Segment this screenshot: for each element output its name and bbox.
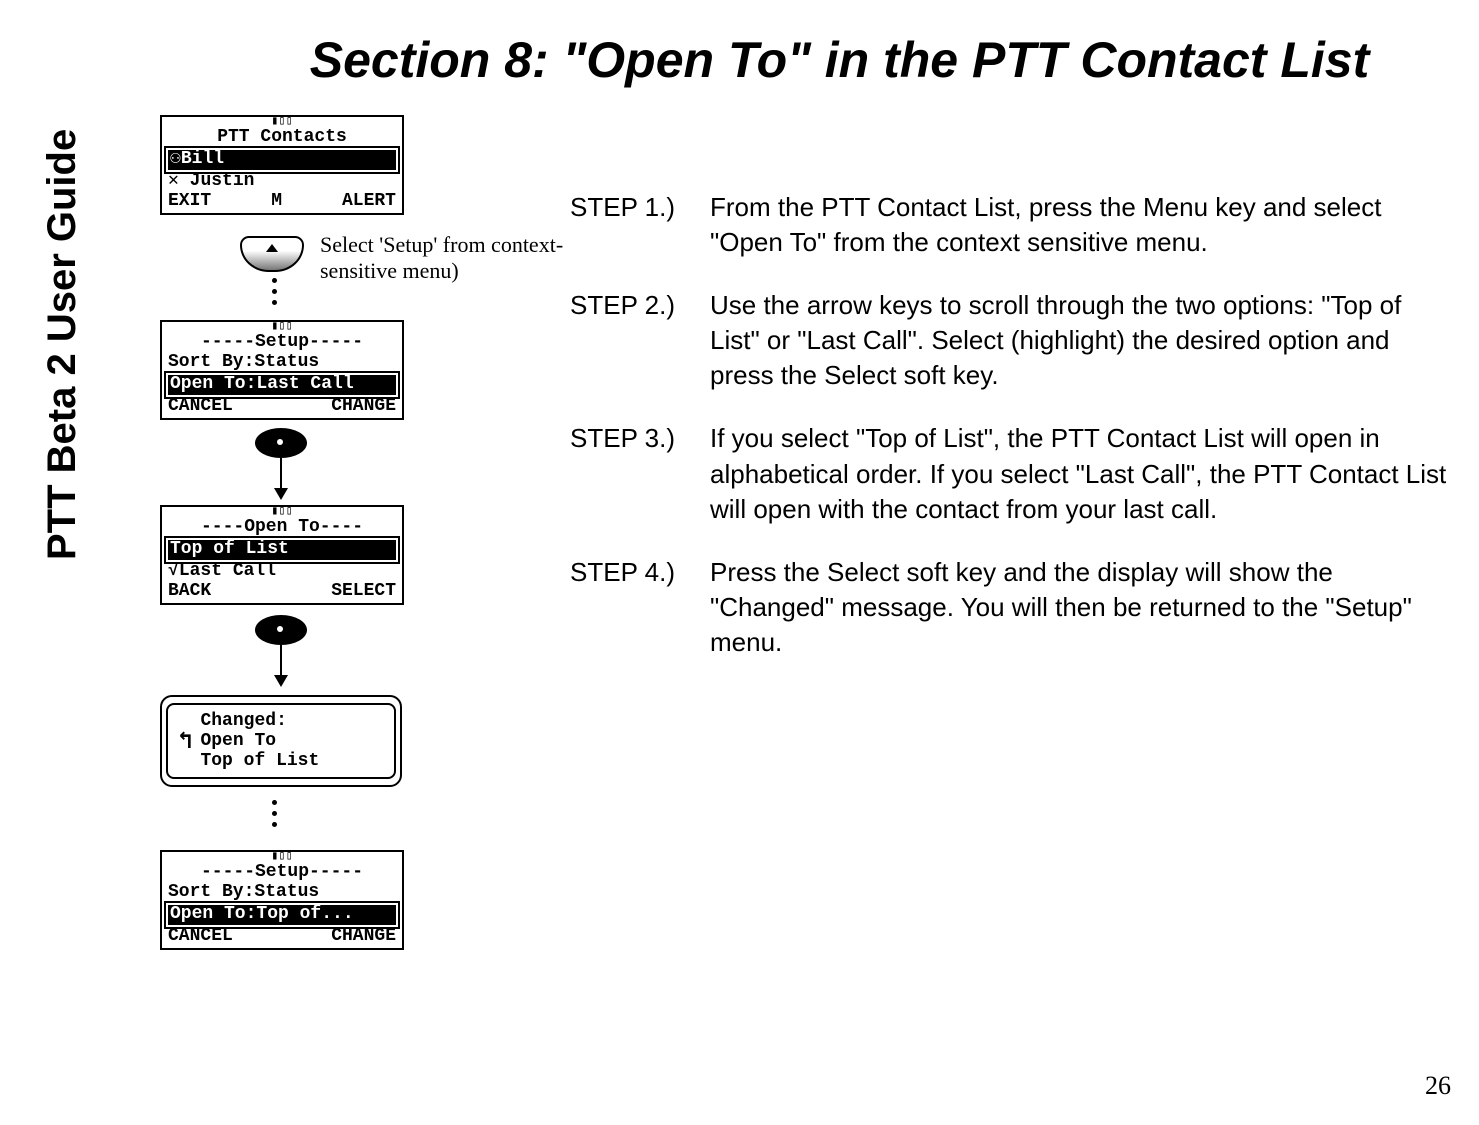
step-body: Press the Select soft key and the displa… bbox=[710, 555, 1449, 660]
softkey-right[interactable]: SELECT bbox=[331, 582, 396, 602]
screen-changed-message: ↰ Changed: Open To Top of List bbox=[160, 695, 402, 787]
softkeys: BACK SELECT bbox=[162, 582, 402, 604]
step-label: STEP 2.) bbox=[570, 288, 710, 393]
softkey-left[interactable]: BACK bbox=[168, 582, 211, 602]
softkey-right[interactable]: CHANGE bbox=[331, 397, 396, 417]
screen-setup-after: ▮▯▯ -----Setup----- Sort By:Status Open … bbox=[160, 850, 404, 950]
steps-list: STEP 1.) From the PTT Contact List, pres… bbox=[570, 190, 1449, 688]
softkey-left[interactable]: CANCEL bbox=[168, 927, 233, 947]
contact-row[interactable]: ✕ Justin bbox=[162, 172, 402, 192]
softkey-mid[interactable]: M bbox=[271, 192, 282, 212]
step-4: STEP 4.) Press the Select soft key and t… bbox=[570, 555, 1449, 660]
softkey-right[interactable]: ALERT bbox=[342, 192, 396, 212]
option-row[interactable]: √Last Call bbox=[162, 562, 402, 582]
setup-row-highlighted[interactable]: Open To:Top of... bbox=[166, 903, 398, 927]
setup-row[interactable]: Sort By:Status bbox=[162, 353, 402, 373]
step-label: STEP 1.) bbox=[570, 190, 710, 260]
softkeys: EXIT M ALERT bbox=[162, 192, 402, 214]
step-label: STEP 3.) bbox=[570, 421, 710, 526]
page-title: Section 8: "Open To" in the PTT Contact … bbox=[240, 30, 1439, 90]
dots-icon bbox=[272, 278, 277, 305]
step-3: STEP 3.) If you select "Top of List", th… bbox=[570, 421, 1449, 526]
step-1: STEP 1.) From the PTT Contact List, pres… bbox=[570, 190, 1449, 260]
return-arrow-icon: ↰ bbox=[178, 726, 192, 756]
screen-title: -----Setup----- bbox=[162, 863, 402, 883]
contact-name: Bill bbox=[181, 149, 224, 169]
screen-title: -----Setup----- bbox=[162, 333, 402, 353]
sidebar-title: PTT Beta 2 User Guide bbox=[40, 129, 85, 560]
step-body: If you select "Top of List", the PTT Con… bbox=[710, 421, 1449, 526]
softkey-left[interactable]: EXIT bbox=[168, 192, 211, 212]
softkeys: CANCEL CHANGE bbox=[162, 397, 402, 419]
screen-setup: ▮▯▯ -----Setup----- Sort By:Status Open … bbox=[160, 320, 404, 420]
up-key-icon bbox=[240, 236, 304, 272]
arrow-down-icon bbox=[280, 645, 282, 685]
annotation-text: Select 'Setup' from context-sensitive me… bbox=[320, 232, 570, 284]
option-label: Last Call bbox=[179, 562, 276, 581]
softkey-right[interactable]: CHANGE bbox=[331, 927, 396, 947]
softkeys: CANCEL CHANGE bbox=[162, 927, 402, 949]
changed-line: Top of List bbox=[200, 751, 319, 771]
softkey-left[interactable]: CANCEL bbox=[168, 397, 233, 417]
screen-contacts: ▮▯▯ PTT Contacts ⚇Bill ✕ Justin EXIT M A… bbox=[160, 115, 404, 215]
changed-line: Changed: bbox=[200, 711, 319, 731]
step-label: STEP 4.) bbox=[570, 555, 710, 660]
dots-icon bbox=[272, 800, 277, 827]
arrow-down-icon bbox=[280, 458, 282, 498]
contact-row-highlighted[interactable]: ⚇Bill bbox=[166, 148, 398, 172]
changed-line: Open To bbox=[200, 731, 319, 751]
screen-title: PTT Contacts bbox=[162, 128, 402, 148]
setup-row[interactable]: Sort By:Status bbox=[162, 883, 402, 903]
x-icon: ✕ bbox=[168, 172, 190, 191]
step-2: STEP 2.) Use the arrow keys to scroll th… bbox=[570, 288, 1449, 393]
check-icon: √ bbox=[168, 562, 179, 581]
speaker-icon: ⚇ bbox=[170, 149, 181, 169]
step-body: Use the arrow keys to scroll through the… bbox=[710, 288, 1449, 393]
select-key-icon bbox=[255, 428, 307, 458]
step-body: From the PTT Contact List, press the Men… bbox=[710, 190, 1449, 260]
screen-open-to: ▮▯▯ ----Open To---- Top of List √Last Ca… bbox=[160, 505, 404, 605]
page-number: 26 bbox=[1425, 1071, 1451, 1101]
select-key-icon bbox=[255, 615, 307, 645]
contact-name: Justin bbox=[190, 172, 255, 191]
setup-row-highlighted[interactable]: Open To:Last Call bbox=[166, 373, 398, 397]
option-row-highlighted[interactable]: Top of List bbox=[166, 538, 398, 562]
screen-title: ----Open To---- bbox=[162, 518, 402, 538]
